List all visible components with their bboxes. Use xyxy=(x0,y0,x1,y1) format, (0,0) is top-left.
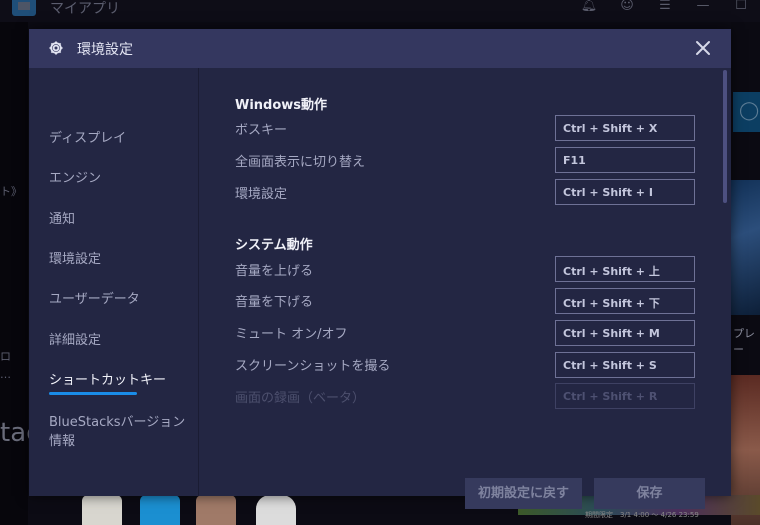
settings-dialog: 環境設定 ディスプレイ エンジン 通知 環境設定 ユーザーデータ 詳細設定 ショ… xyxy=(29,29,731,509)
minimize-icon[interactable]: — xyxy=(684,0,722,16)
close-icon[interactable] xyxy=(693,38,713,58)
mute-shortcut-input[interactable]: Ctrl + Shift + M xyxy=(555,320,695,346)
sidebar-item-label: エンジン xyxy=(49,171,102,186)
dock-app-icon[interactable] xyxy=(256,495,296,525)
sidebar-item-about[interactable]: BlueStacksバージョン情報 xyxy=(49,413,189,451)
shortcut-label: 環境設定 xyxy=(235,187,288,202)
section-title-windows: Windows動作 xyxy=(235,98,328,113)
banner-date-text: 期間限定 3/1 4:00 ～ 4/26 23:59 xyxy=(585,511,699,519)
shortcut-label: ミュート オン/オフ xyxy=(235,327,348,342)
background-app-title: マイアプリ xyxy=(50,1,120,17)
background-top-bar: マイアプリ 🔔︎ ☺ ☰ — ☐ xyxy=(0,0,760,22)
account-icon[interactable]: ☺ xyxy=(608,0,646,16)
dock-app-icon[interactable] xyxy=(196,495,236,525)
background-banner xyxy=(731,180,760,315)
background-text: ト》 xyxy=(0,185,22,198)
boss-key-input[interactable]: Ctrl + Shift + X xyxy=(555,115,695,141)
app-icon xyxy=(12,0,36,16)
sidebar-item-engine[interactable]: エンジン xyxy=(49,170,189,187)
settings-sidebar: ディスプレイ エンジン 通知 環境設定 ユーザーデータ 詳細設定 ショートカット… xyxy=(29,68,199,496)
gear-icon xyxy=(49,41,63,55)
record-screen-shortcut-input[interactable]: Ctrl + Shift + R xyxy=(555,383,695,409)
scrollbar-thumb[interactable] xyxy=(723,70,727,203)
save-button[interactable]: 保存 xyxy=(594,478,705,509)
dialog-header: 環境設定 xyxy=(29,29,731,68)
active-tab-indicator xyxy=(49,392,137,395)
sidebar-item-shortcuts[interactable]: ショートカットキー xyxy=(49,372,189,395)
volume-up-shortcut-input[interactable]: Ctrl + Shift + 上 xyxy=(555,256,695,282)
maximize-icon[interactable]: ☐ xyxy=(722,0,760,16)
twitter-icon[interactable] xyxy=(140,495,180,525)
sidebar-item-label: BlueStacksバージョン情報 xyxy=(49,415,186,449)
sidebar-item-label: 詳細設定 xyxy=(49,333,102,348)
shortcut-label: 音量を上げる xyxy=(235,264,314,279)
reset-defaults-button[interactable]: 初期設定に戻す xyxy=(465,478,582,509)
dock-app-icon[interactable] xyxy=(82,495,122,525)
shortcuts-panel: Windows動作 ボスキー Ctrl + Shift + X 全画面表示に切り… xyxy=(200,68,731,509)
volume-down-shortcut-input[interactable]: Ctrl + Shift + 下 xyxy=(555,288,695,314)
background-text: プレー xyxy=(733,327,755,356)
shortcut-label: ボスキー xyxy=(235,123,288,138)
shortcut-label: 全画面表示に切り替え xyxy=(235,155,366,170)
sidebar-item-preferences[interactable]: 環境設定 xyxy=(49,251,189,268)
sidebar-item-display[interactable]: ディスプレイ xyxy=(49,130,189,147)
dialog-title: 環境設定 xyxy=(77,42,133,58)
sidebar-item-advanced[interactable]: 詳細設定 xyxy=(49,332,189,349)
sidebar-item-label: ショートカットキー xyxy=(49,373,167,388)
menu-icon[interactable]: ☰ xyxy=(646,0,684,16)
fullscreen-shortcut-input[interactable]: F11 xyxy=(555,147,695,173)
background-left-panel xyxy=(0,22,28,525)
window-controls: 🔔︎ ☺ ☰ — ☐ xyxy=(570,0,760,16)
shortcut-label: 画面の録画（ベータ） xyxy=(235,391,366,406)
screenshot-shortcut-input[interactable]: Ctrl + Shift + S xyxy=(555,352,695,378)
sidebar-item-label: ユーザーデータ xyxy=(49,292,140,307)
sidebar-item-notifications[interactable]: 通知 xyxy=(49,211,189,228)
background-text: ロ xyxy=(0,350,11,363)
sidebar-item-label: ディスプレイ xyxy=(49,131,127,146)
section-title-system: システム動作 xyxy=(235,238,313,253)
sidebar-item-label: 通知 xyxy=(49,212,76,227)
shortcut-label: スクリーンショットを撮る xyxy=(235,359,391,374)
settings-shortcut-input[interactable]: Ctrl + Shift + I xyxy=(555,179,695,205)
background-text: … xyxy=(0,368,11,381)
sidebar-item-label: 環境設定 xyxy=(49,252,102,267)
shortcut-label: 音量を下げる xyxy=(235,295,314,310)
bell-icon[interactable]: 🔔︎ xyxy=(570,0,608,16)
sidebar-item-user-data[interactable]: ユーザーデータ xyxy=(49,291,189,308)
search-icon[interactable]: ◯ xyxy=(733,92,760,132)
